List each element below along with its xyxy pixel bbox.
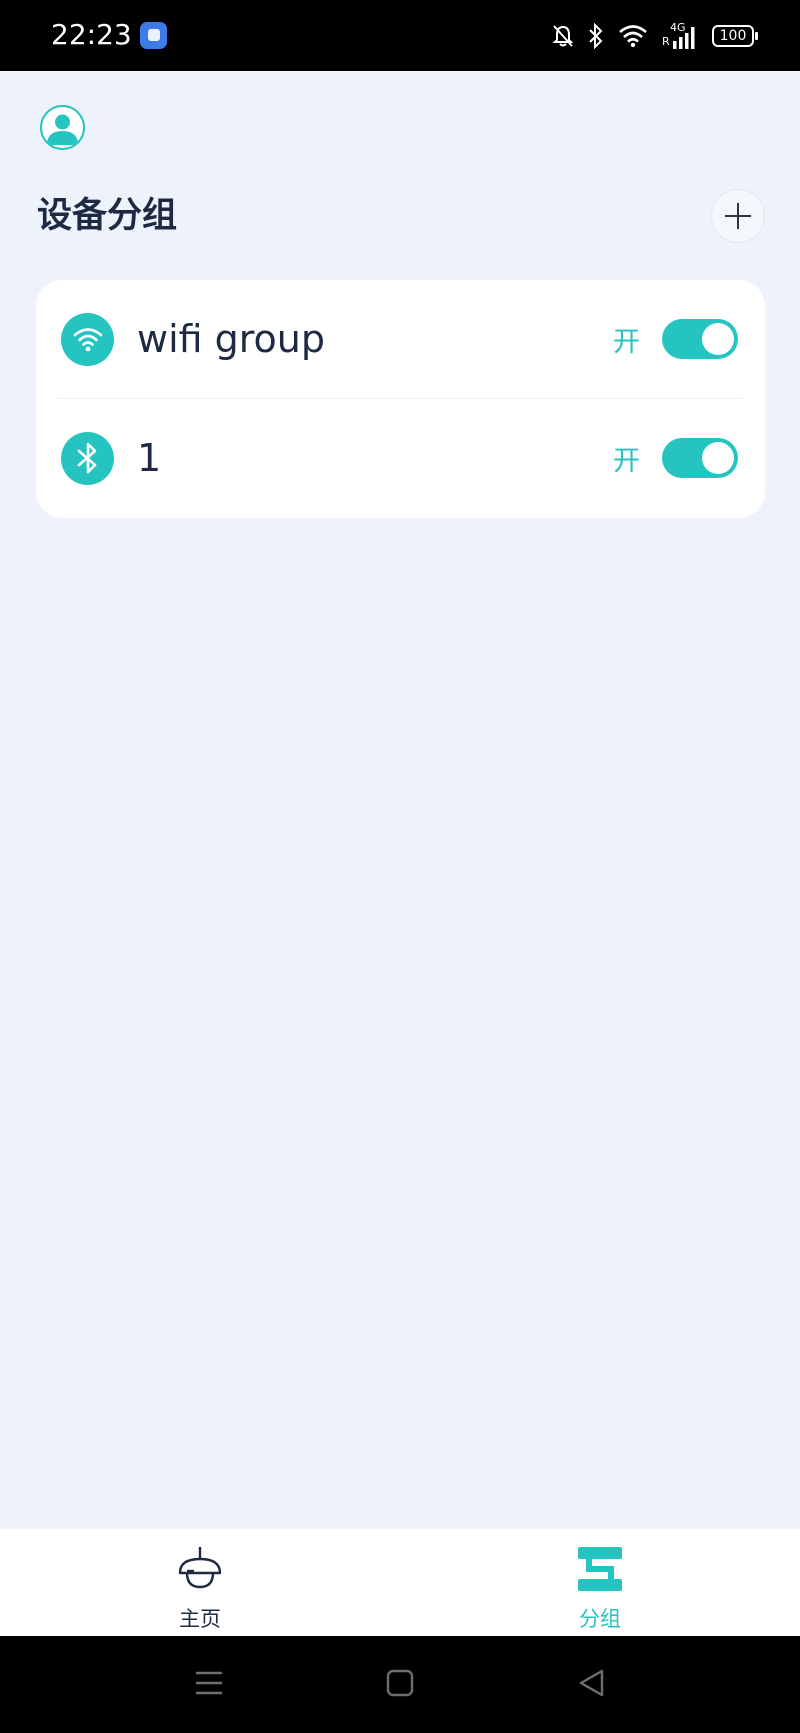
toggle-knob bbox=[702, 442, 734, 474]
group-state-label: 开 bbox=[613, 326, 640, 358]
nav-item-home[interactable]: 主页 bbox=[100, 1529, 300, 1636]
bluetooth-icon bbox=[589, 23, 603, 49]
bottom-nav: 主页 分组 bbox=[0, 1529, 800, 1636]
group-state-label: 开 bbox=[613, 445, 640, 477]
battery-icon: 100 bbox=[712, 25, 758, 47]
app-notification-icon bbox=[140, 22, 167, 49]
group-name: wifi group bbox=[137, 317, 326, 361]
nav-label: 分组 bbox=[579, 1607, 621, 1631]
battery-level: 100 bbox=[719, 28, 747, 44]
ceiling-lamp-icon bbox=[178, 1547, 222, 1589]
back-triangle-icon[interactable] bbox=[577, 1668, 605, 1698]
nav-item-groups[interactable]: 分组 bbox=[500, 1529, 700, 1636]
status-time: 22:23 bbox=[51, 18, 132, 51]
cellular-signal-icon: 4G R bbox=[662, 22, 698, 49]
group-list: wifi group 开 1 开 bbox=[36, 280, 765, 518]
group-icon bbox=[578, 1547, 622, 1591]
user-icon bbox=[47, 114, 78, 145]
status-bar: 22:23 4G R 100 bbox=[0, 0, 800, 71]
status-icons: 4G R 100 bbox=[552, 20, 758, 52]
bluetooth-icon bbox=[61, 431, 114, 485]
group-row[interactable]: 1 开 bbox=[36, 399, 765, 517]
group-toggle[interactable] bbox=[662, 319, 738, 359]
roaming-indicator: R bbox=[662, 35, 670, 48]
plus-icon bbox=[725, 203, 751, 229]
home-square-icon[interactable] bbox=[386, 1668, 414, 1698]
group-name: 1 bbox=[137, 436, 162, 480]
group-toggle[interactable] bbox=[662, 438, 738, 478]
menu-icon[interactable] bbox=[194, 1668, 224, 1698]
wifi-icon bbox=[619, 25, 647, 48]
add-group-button[interactable] bbox=[711, 189, 765, 243]
page-title: 设备分组 bbox=[37, 196, 178, 236]
system-nav-bar bbox=[0, 1636, 800, 1733]
avatar[interactable] bbox=[40, 105, 85, 150]
group-row[interactable]: wifi group 开 bbox=[36, 280, 765, 398]
toggle-knob bbox=[702, 323, 734, 355]
wifi-icon bbox=[61, 312, 114, 366]
nav-label: 主页 bbox=[179, 1607, 221, 1631]
bell-off-icon bbox=[552, 25, 574, 47]
